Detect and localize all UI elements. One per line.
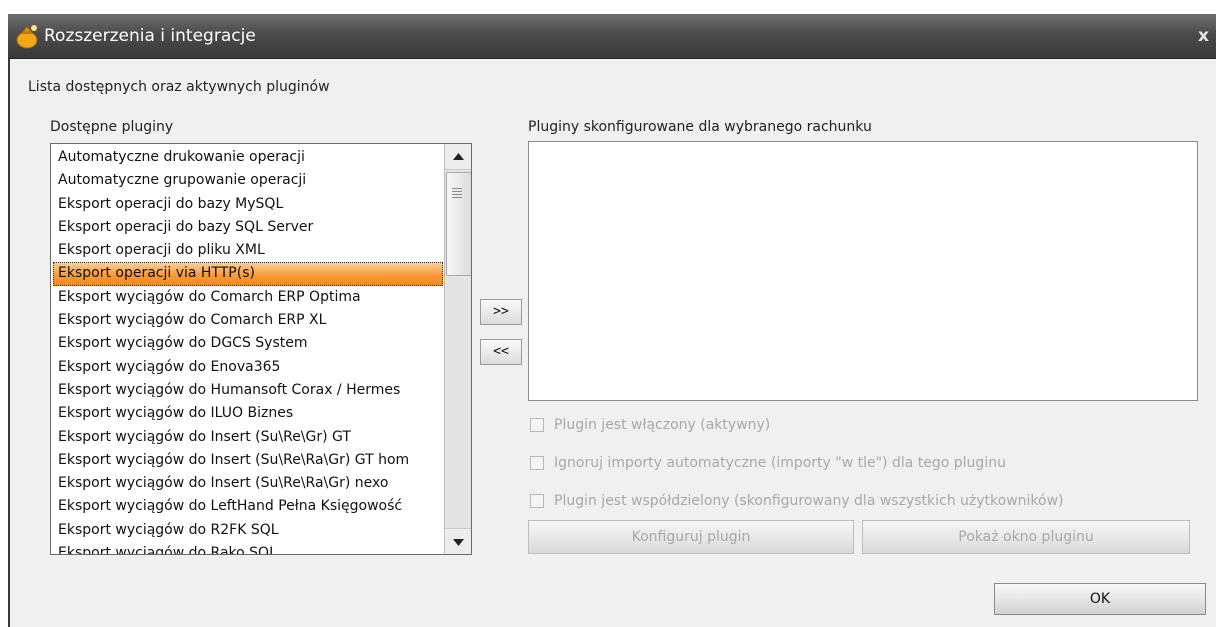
list-item[interactable]: Eksport wyciągów do LeftHand Pełna Księg… [53,495,443,518]
ignore-auto-checkbox[interactable] [530,456,544,470]
arrow-up-icon [453,153,464,160]
list-item[interactable]: Eksport operacji do bazy MySQL [53,193,443,216]
available-plugins-list[interactable]: Automatyczne drukowanie operacji Automaty… [50,143,472,555]
remove-plugin-button[interactable]: << [480,339,522,365]
configured-plugins-label: Pluginy skonfigurowane dla wybranego rac… [528,119,872,135]
enabled-checkbox[interactable] [530,418,544,432]
list-item[interactable]: Automatyczne drukowanie operacji [53,146,443,169]
list-item[interactable]: Eksport wyciągów do Comarch ERP Optima [53,286,443,309]
configure-plugin-button[interactable]: Konfiguruj plugin [528,520,854,554]
description-label: Lista dostępnych oraz aktywnych pluginów [28,79,330,95]
list-item[interactable]: Eksport wyciągów do Insert (Su\Re\Ra\Gr)… [53,449,443,472]
shared-checkbox[interactable] [530,494,544,508]
title-bar[interactable]: Rozszerzenia i integracje x [8,14,1216,59]
ok-button[interactable]: OK [994,583,1206,615]
list-item[interactable]: Eksport wyciągów do Humansoft Corax / He… [53,379,443,402]
list-item[interactable]: Eksport wyciągów do Rako SQL [53,542,443,554]
scroll-up-button[interactable] [445,144,471,170]
list-item[interactable]: Eksport wyciągów do ILUO Biznes [53,402,443,425]
list-item[interactable]: Eksport wyciągów do Insert (Su\Re\Gr) GT [53,426,443,449]
list-scrollbar[interactable] [444,144,471,554]
grip-icon [452,188,462,200]
enabled-option-label: Plugin jest włączony (aktywny) [554,417,771,433]
list-item[interactable]: Eksport wyciągów do Insert (Su\Re\Ra\Gr)… [53,472,443,495]
scroll-down-button[interactable] [445,528,471,554]
list-item[interactable]: Eksport operacji via HTTP(s) [53,262,443,286]
ignore-auto-option-label: Ignoruj importy automatyczne (importy "w… [554,455,1006,471]
add-plugin-button[interactable]: >> [480,299,522,325]
money-bag-icon [16,25,38,49]
configured-plugins-list[interactable] [528,141,1198,401]
show-plugin-window-button[interactable]: Pokaż okno pluginu [862,520,1190,554]
dialog-body: Lista dostępnych oraz aktywnych pluginów… [8,59,1216,627]
arrow-down-icon [453,539,464,546]
window-title: Rozszerzenia i integracje [44,26,256,46]
list-item[interactable]: Eksport operacji do pliku XML [53,239,443,262]
close-icon[interactable]: x [1198,24,1209,48]
dialog-window: Rozszerzenia i integracje x Lista dostęp… [8,14,1216,627]
list-item[interactable]: Automatyczne grupowanie operacji [53,169,443,192]
list-item[interactable]: Eksport wyciągów do R2FK SQL [53,519,443,542]
available-plugins-label: Dostępne pluginy [50,119,174,135]
list-item[interactable]: Eksport wyciągów do Comarch ERP XL [53,309,443,332]
list-item[interactable]: Eksport wyciągów do Enova365 [53,356,443,379]
shared-option-label: Plugin jest współdzielony (skonfigurowan… [554,493,1064,509]
available-plugins-items: Automatyczne drukowanie operacji Automaty… [53,146,443,554]
list-item[interactable]: Eksport operacji do bazy SQL Server [53,216,443,239]
list-item[interactable]: Eksport wyciągów do DGCS System [53,332,443,355]
